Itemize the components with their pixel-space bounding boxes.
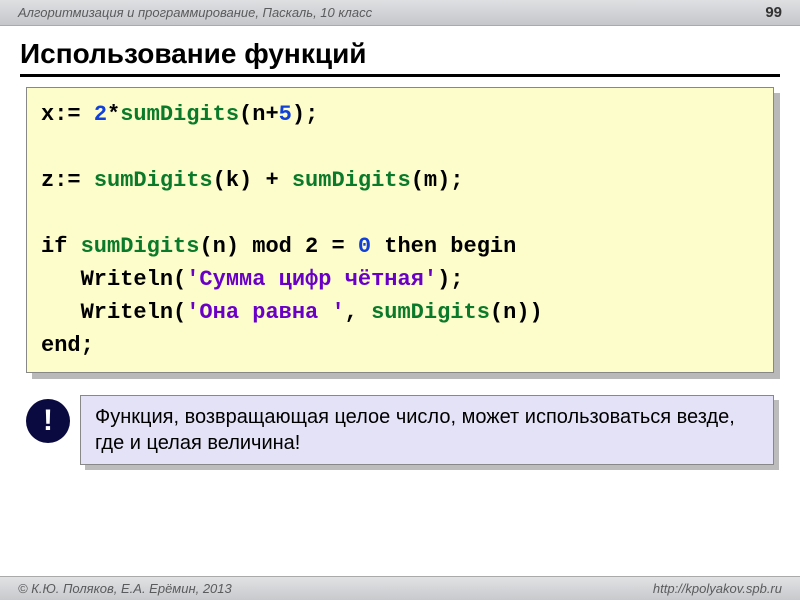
note-text: Функция, возвращающая целое число, может… <box>80 395 774 465</box>
exclamation-icon: ! <box>26 399 70 443</box>
page-number: 99 <box>765 4 782 21</box>
page-title: Использование функций <box>20 38 780 77</box>
slide-content: Использование функций x:= 2*sumDigits(n+… <box>0 26 800 465</box>
code-text: x:= 2*sumDigits(n+5); z:= sumDigits(k) +… <box>41 102 543 358</box>
footer-bar: © К.Ю. Поляков, Е.А. Ерёмин, 2013 http:/… <box>0 576 800 600</box>
header-bar: Алгоритмизация и программирование, Паска… <box>0 0 800 26</box>
code-block-wrapper: x:= 2*sumDigits(n+5); z:= sumDigits(k) +… <box>26 87 774 373</box>
info-note: ! Функция, возвращающая целое число, мож… <box>26 395 774 465</box>
breadcrumb: Алгоритмизация и программирование, Паска… <box>18 5 372 20</box>
footer-authors: © К.Ю. Поляков, Е.А. Ерёмин, 2013 <box>18 581 232 596</box>
code-block: x:= 2*sumDigits(n+5); z:= sumDigits(k) +… <box>26 87 774 373</box>
footer-url: http://kpolyakov.spb.ru <box>653 581 782 596</box>
